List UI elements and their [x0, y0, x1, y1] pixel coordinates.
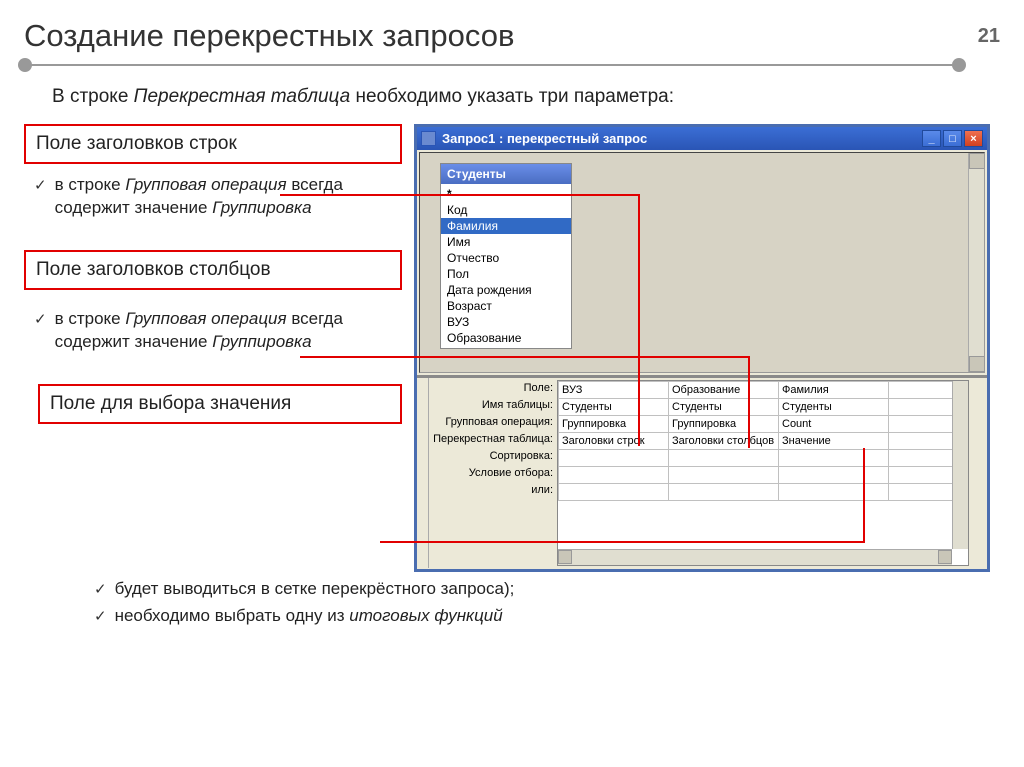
grid-cell[interactable]: Студенты: [669, 399, 779, 416]
grid-label: или:: [429, 484, 557, 501]
grid-cell[interactable]: ВУЗ: [559, 382, 669, 399]
field-item[interactable]: Пол: [441, 266, 571, 282]
callout-rows: Поле заголовков строк: [24, 124, 402, 164]
app-icon: [421, 131, 436, 146]
field-item[interactable]: ВУЗ: [441, 314, 571, 330]
grid-cell[interactable]: [779, 484, 889, 501]
design-grid[interactable]: ВУЗОбразованиеФамилияСтудентыСтудентыСту…: [557, 380, 969, 566]
row-marker: [417, 378, 429, 568]
grid-cell[interactable]: Заголовки строк: [559, 433, 669, 450]
grid-cell[interactable]: Фамилия: [779, 382, 889, 399]
grid-hscrollbar[interactable]: [558, 549, 952, 565]
divider: [24, 64, 960, 66]
scroll-left-icon[interactable]: [558, 550, 572, 564]
maximize-button[interactable]: □: [943, 130, 962, 147]
connector-line: [638, 194, 640, 446]
grid-vscrollbar[interactable]: [952, 381, 968, 549]
access-window: Запрос1 : перекрестный запрос _ □ × Студ…: [414, 124, 990, 572]
minimize-button[interactable]: _: [922, 130, 941, 147]
connector-line: [300, 356, 750, 358]
grid-cell[interactable]: [779, 467, 889, 484]
grid-label: Поле:: [429, 382, 557, 399]
grid-cell[interactable]: Студенты: [779, 399, 889, 416]
check-icon: ✓: [94, 580, 107, 601]
table-head: Студенты: [441, 164, 571, 184]
bullet-output: ✓ будет выводиться в сетке перекрёстного…: [94, 578, 1000, 601]
connector-line: [380, 541, 865, 543]
grid-cell[interactable]: Образование: [669, 382, 779, 399]
callout-cols: Поле заголовков столбцов: [24, 250, 402, 290]
bullet-rows: ✓ в строке Групповая операция всегда сод…: [34, 174, 402, 220]
window-title: Запрос1 : перекрестный запрос: [442, 131, 922, 146]
check-icon: ✓: [34, 176, 47, 220]
intro-text: В строке Перекрестная таблица необходимо…: [52, 86, 1000, 108]
grid-cell[interactable]: [559, 467, 669, 484]
check-icon: ✓: [34, 310, 47, 354]
query-canvas[interactable]: Студенты *КодФамилияИмяОтчествоПолДата р…: [419, 152, 985, 373]
bullet-cols: ✓ в строке Групповая операция всегда сод…: [34, 308, 402, 354]
vscrollbar[interactable]: [968, 153, 984, 372]
field-item[interactable]: Фамилия: [441, 218, 571, 234]
field-item[interactable]: Возраст: [441, 298, 571, 314]
field-item[interactable]: Имя: [441, 234, 571, 250]
grid-cell[interactable]: [669, 484, 779, 501]
grid-cell[interactable]: [779, 450, 889, 467]
connector-line: [280, 194, 640, 196]
grid-cell[interactable]: [669, 450, 779, 467]
field-item[interactable]: Отчество: [441, 250, 571, 266]
grid-cell[interactable]: Count: [779, 416, 889, 433]
field-item[interactable]: Код: [441, 202, 571, 218]
field-item[interactable]: Дата рождения: [441, 282, 571, 298]
grid-label: Перекрестная таблица:: [429, 433, 557, 450]
grid-cell[interactable]: Заголовки столбцов: [669, 433, 779, 450]
bullet-func: ✓ необходимо выбрать одну из итоговых фу…: [94, 605, 1000, 628]
grid-cell[interactable]: [669, 467, 779, 484]
close-button[interactable]: ×: [964, 130, 983, 147]
grid-cell[interactable]: Значение: [779, 433, 889, 450]
grid-cell[interactable]: [559, 450, 669, 467]
field-item[interactable]: Образование: [441, 330, 571, 346]
titlebar[interactable]: Запрос1 : перекрестный запрос _ □ ×: [417, 127, 987, 150]
grid-cell[interactable]: Группировка: [669, 416, 779, 433]
grid-label: Сортировка:: [429, 450, 557, 467]
grid-cell[interactable]: Группировка: [559, 416, 669, 433]
grid-labels: Поле:Имя таблицы:Групповая операция:Пере…: [429, 378, 557, 568]
callout-value: Поле для выбора значения: [38, 384, 402, 424]
grid-cell[interactable]: Студенты: [559, 399, 669, 416]
grid-label: Условие отбора:: [429, 467, 557, 484]
scroll-right-icon[interactable]: [938, 550, 952, 564]
page-number: 21: [978, 25, 1000, 48]
grid-label: Имя таблицы:: [429, 399, 557, 416]
grid-cell[interactable]: [559, 484, 669, 501]
slide-title: Создание перекрестных запросов: [24, 18, 514, 54]
check-icon: ✓: [94, 607, 107, 628]
table-box[interactable]: Студенты *КодФамилияИмяОтчествоПолДата р…: [440, 163, 572, 349]
grid-label: Групповая операция:: [429, 416, 557, 433]
connector-line: [748, 356, 750, 448]
connector-line: [863, 448, 865, 543]
